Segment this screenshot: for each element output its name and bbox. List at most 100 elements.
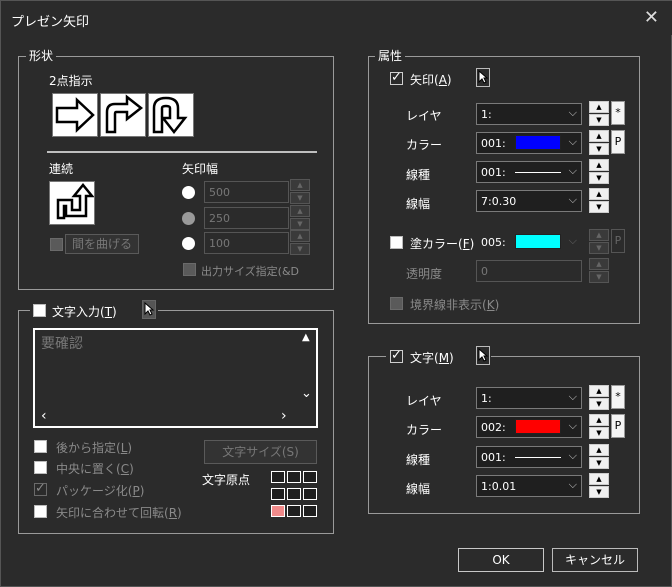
arrow-color-label: カラー bbox=[406, 138, 443, 152]
text-attr-pointer-button[interactable] bbox=[476, 346, 490, 365]
arrow-attr-label: 矢印(A) bbox=[410, 73, 452, 87]
hide-border-checkbox[interactable] bbox=[390, 297, 403, 310]
origin-top-center[interactable] bbox=[287, 471, 301, 483]
text-linetype-spinner[interactable]: ▲ ▼ bbox=[589, 444, 609, 470]
fill-color-p-button[interactable]: P bbox=[611, 229, 625, 253]
text-linewidth-spinner[interactable]: ▲ ▼ bbox=[589, 473, 609, 499]
arrow-color-swatch bbox=[515, 135, 561, 150]
scroll-up-icon[interactable]: ▲ bbox=[302, 332, 310, 343]
width-radio-500[interactable] bbox=[182, 186, 195, 199]
later-label: 後から指定(L) bbox=[56, 441, 133, 455]
cursor-pointer-icon bbox=[478, 347, 489, 362]
cancel-button[interactable]: キャンセル bbox=[552, 548, 638, 572]
text-origin-label: 文字原点 bbox=[202, 473, 251, 487]
fill-color-label: 塗カラー(F) bbox=[410, 237, 475, 251]
arrow-linetype-spinner[interactable]: ▲ ▼ bbox=[589, 159, 609, 185]
arrow-attr-pointer-button[interactable] bbox=[476, 68, 490, 87]
text-attr-checkbox[interactable] bbox=[390, 348, 403, 363]
text-linewidth-select[interactable]: 1:0.01 ⌵ bbox=[476, 475, 582, 497]
bent-arrow-button[interactable] bbox=[100, 93, 146, 137]
arrow-linewidth-select[interactable]: 7:0.30 ⌵ bbox=[476, 190, 582, 212]
arrow-layer-spinner[interactable]: ▲ ▼ bbox=[589, 101, 609, 127]
origin-middle-center[interactable] bbox=[287, 488, 301, 500]
center-checkbox[interactable] bbox=[34, 461, 47, 474]
later-checkbox[interactable] bbox=[34, 440, 47, 453]
window-title: プレゼン矢印 bbox=[11, 15, 90, 30]
arrow-linetype-sample bbox=[515, 172, 561, 173]
arrow-linewidth-spinner[interactable]: ▲ ▼ bbox=[589, 188, 609, 214]
straight-arrow-button[interactable] bbox=[52, 93, 98, 137]
width-100-field[interactable]: 100 bbox=[204, 232, 289, 254]
arrow-layer-star-button[interactable]: * bbox=[611, 101, 625, 125]
continuous-arrow-button[interactable] bbox=[49, 181, 95, 225]
text-color-p-button[interactable]: P bbox=[611, 414, 625, 438]
text-attr-label: 文字(M) bbox=[410, 351, 454, 365]
opacity-label: 透明度 bbox=[406, 267, 443, 281]
fill-color-spinner[interactable]: ▲ ▼ bbox=[589, 229, 609, 255]
attributes-group-legend: 属性 bbox=[375, 47, 406, 64]
width-radio-100[interactable] bbox=[182, 237, 195, 250]
text-size-button[interactable]: 文字サイズ(S) bbox=[204, 440, 317, 464]
width-500-field[interactable]: 500 bbox=[204, 181, 289, 203]
bend-gap-label: 間を曲げる bbox=[71, 237, 132, 251]
text-size-label: 文字サイズ(S) bbox=[222, 445, 299, 459]
width-500-spinner[interactable]: ▲ ▼ bbox=[290, 179, 310, 205]
text-linetype-label: 線種 bbox=[406, 453, 431, 467]
width-250-spinner[interactable]: ▲ ▼ bbox=[290, 205, 310, 231]
ok-label: OK bbox=[492, 553, 510, 567]
hide-border-label: 境界線非表示(K) bbox=[410, 298, 500, 312]
text-input-pointer-button[interactable] bbox=[142, 300, 156, 319]
scroll-down-icon[interactable]: ⌄ bbox=[301, 386, 312, 401]
text-input-checkbox[interactable] bbox=[33, 304, 46, 317]
chevron-down-icon: ⌵ bbox=[568, 164, 577, 177]
text-layer-star-button[interactable]: * bbox=[611, 385, 625, 409]
text-attr-header: 文字(M) bbox=[386, 345, 491, 367]
chevron-down-icon: ⌵ bbox=[568, 106, 577, 119]
center-label: 中央に置く(C) bbox=[56, 462, 134, 476]
output-size-checkbox[interactable] bbox=[183, 263, 196, 276]
text-layer-spinner[interactable]: ▲ ▼ bbox=[589, 385, 609, 411]
text-input-area[interactable]: 要確認 ▲ ⌄ ‹ › bbox=[33, 328, 318, 428]
cursor-pointer-icon bbox=[144, 301, 155, 316]
package-label: パッケージ化(P) bbox=[56, 484, 145, 498]
scroll-left-icon[interactable]: ‹ bbox=[41, 408, 47, 424]
rotate-label: 矢印に合わせて回転(R) bbox=[56, 506, 182, 520]
arrow-linetype-label: 線種 bbox=[406, 168, 431, 182]
close-icon[interactable]: ✕ bbox=[644, 7, 659, 28]
u-turn-arrow-button[interactable] bbox=[148, 93, 194, 137]
width-250-field[interactable]: 250 bbox=[204, 207, 289, 229]
bend-gap-checkbox[interactable] bbox=[50, 238, 63, 251]
text-color-label: カラー bbox=[406, 423, 443, 437]
arrow-attr-checkbox[interactable] bbox=[390, 70, 403, 85]
package-checkbox[interactable] bbox=[34, 481, 47, 496]
text-layer-select[interactable]: 1: ⌵ bbox=[476, 387, 582, 409]
origin-bottom-center[interactable] bbox=[287, 505, 301, 517]
origin-middle-right[interactable] bbox=[303, 488, 317, 500]
rotate-checkbox[interactable] bbox=[34, 505, 47, 518]
opacity-spinner[interactable]: ▲ ▼ bbox=[589, 258, 609, 284]
scroll-right-icon[interactable]: › bbox=[281, 408, 287, 424]
cancel-label: キャンセル bbox=[564, 553, 625, 567]
cursor-pointer-icon bbox=[478, 69, 489, 84]
origin-bottom-left[interactable] bbox=[271, 505, 285, 517]
bend-gap-button[interactable]: 間を曲げる bbox=[65, 234, 139, 254]
shape-divider bbox=[47, 151, 317, 153]
horizontal-scrollbar[interactable]: ‹ › bbox=[35, 408, 297, 426]
vertical-scrollbar[interactable]: ▲ ⌄ bbox=[297, 330, 316, 408]
arrow-color-spinner[interactable]: ▲ ▼ bbox=[589, 130, 609, 156]
opacity-field[interactable]: 0 bbox=[476, 260, 582, 282]
width-100-spinner[interactable]: ▲ ▼ bbox=[290, 230, 310, 256]
text-origin-grid bbox=[271, 471, 321, 521]
origin-middle-left[interactable] bbox=[271, 488, 285, 500]
fill-color-checkbox[interactable] bbox=[390, 236, 403, 249]
origin-top-left[interactable] bbox=[271, 471, 285, 483]
chevron-down-icon: ⌵ bbox=[568, 419, 577, 432]
origin-top-right[interactable] bbox=[303, 471, 317, 483]
arrow-layer-select[interactable]: 1: ⌵ bbox=[476, 103, 582, 125]
text-color-spinner[interactable]: ▲ ▼ bbox=[589, 414, 609, 440]
ok-button[interactable]: OK bbox=[458, 548, 544, 572]
origin-bottom-right[interactable] bbox=[303, 505, 317, 517]
text-linetype-sample bbox=[515, 457, 561, 458]
width-radio-250[interactable] bbox=[182, 212, 195, 225]
arrow-color-p-button[interactable]: P bbox=[611, 130, 625, 154]
